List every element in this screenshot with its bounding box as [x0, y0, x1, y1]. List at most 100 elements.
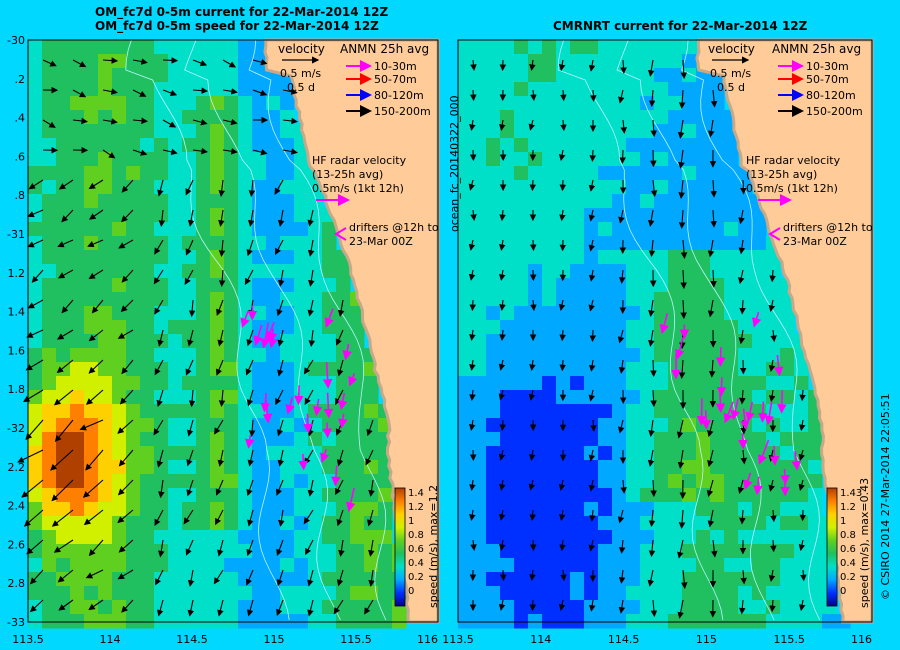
- speed-cell: [458, 390, 473, 405]
- speed-cell: [556, 516, 571, 531]
- speed-cell: [266, 516, 281, 531]
- speed-cell: [154, 166, 169, 181]
- speed-cell: [654, 446, 669, 461]
- speed-cell: [640, 488, 655, 503]
- speed-cell: [486, 460, 501, 475]
- speed-cell: [294, 600, 309, 615]
- speed-cell: [238, 250, 253, 265]
- speed-cell: [98, 502, 113, 517]
- speed-cell: [458, 614, 473, 629]
- speed-cell: [294, 614, 309, 629]
- speed-cell: [668, 110, 683, 125]
- speed-cell: [322, 250, 337, 265]
- speed-cell: [570, 418, 585, 433]
- speed-cell: [514, 390, 529, 405]
- speed-cell: [584, 502, 599, 517]
- speed-cell: [766, 432, 781, 447]
- speed-cell: [350, 544, 365, 559]
- speed-cell: [472, 376, 487, 391]
- speed-cell: [696, 124, 711, 139]
- speed-cell: [472, 334, 487, 349]
- speed-cell: [626, 236, 641, 251]
- speed-cell: [682, 530, 697, 545]
- speed-cell: [654, 502, 669, 517]
- speed-cell: [210, 334, 225, 349]
- speed-cell: [472, 124, 487, 139]
- speed-cell: [294, 446, 309, 461]
- speed-cell: [126, 376, 141, 391]
- speed-cell: [500, 404, 515, 419]
- speed-cell: [766, 390, 781, 405]
- lon-tick-label-right: 114: [530, 633, 551, 646]
- speed-cell: [154, 530, 169, 545]
- speed-cell: [266, 362, 281, 377]
- speed-cell: [70, 194, 85, 209]
- speed-cell: [56, 54, 71, 69]
- speed-cell: [84, 54, 99, 69]
- speed-cell: [598, 194, 613, 209]
- speed-cell: [696, 614, 711, 629]
- speed-cell: [528, 348, 543, 363]
- speed-cell: [182, 376, 197, 391]
- speed-cell: [182, 418, 197, 433]
- speed-cell: [556, 306, 571, 321]
- right-map-panel: [457, 38, 874, 629]
- speed-cell: [528, 264, 543, 279]
- speed-cell: [598, 138, 613, 153]
- lat-tick-label: -30: [7, 34, 25, 47]
- speed-cell: [140, 586, 155, 601]
- speed-cell: [224, 152, 239, 167]
- speed-cell: [584, 600, 599, 615]
- speed-cell: [224, 124, 239, 139]
- speed-cell: [28, 516, 43, 531]
- speed-cell: [780, 334, 795, 349]
- speed-cell: [528, 516, 543, 531]
- speed-cell: [238, 376, 253, 391]
- speed-cell: [472, 502, 487, 517]
- speed-cell: [598, 334, 613, 349]
- speed-cell: [472, 264, 487, 279]
- speed-cell: [654, 334, 669, 349]
- speed-cell: [612, 320, 627, 335]
- speed-cell: [70, 54, 85, 69]
- speed-cell: [84, 110, 99, 125]
- legend-r-depth-4: 150-200m: [806, 105, 863, 118]
- speed-cell: [626, 614, 641, 629]
- speed-cell: [752, 600, 767, 615]
- speed-cell: [112, 222, 127, 237]
- speed-cell: [598, 390, 613, 405]
- speed-cell: [98, 530, 113, 545]
- speed-cell: [696, 152, 711, 167]
- speed-cell: [196, 348, 211, 363]
- speed-cell: [140, 376, 155, 391]
- speed-cell: [654, 488, 669, 503]
- speed-cell: [514, 320, 529, 335]
- speed-cell: [140, 516, 155, 531]
- speed-cell: [196, 180, 211, 195]
- speed-cell: [612, 376, 627, 391]
- speed-cell: [154, 376, 169, 391]
- speed-cell: [182, 558, 197, 573]
- speed-cell: [322, 390, 337, 405]
- speed-cell: [626, 82, 641, 97]
- speed-cell: [696, 138, 711, 153]
- speed-cell: [168, 264, 183, 279]
- speed-cell: [308, 586, 323, 601]
- speed-cell: [584, 586, 599, 601]
- speed-cell: [584, 264, 599, 279]
- speed-cell: [252, 544, 267, 559]
- speed-cell: [42, 418, 57, 433]
- speed-cell: [98, 236, 113, 251]
- speed-cell: [168, 54, 183, 69]
- speed-cell: [168, 222, 183, 237]
- speed-cell: [182, 208, 197, 223]
- speed-cell: [710, 558, 725, 573]
- speed-cell: [696, 460, 711, 475]
- speed-cell: [682, 152, 697, 167]
- legend-r-hf-line1: HF radar velocity: [746, 154, 841, 167]
- speed-cell: [238, 166, 253, 181]
- speed-cell: [266, 110, 281, 125]
- speed-cell: [154, 40, 169, 55]
- speed-cell: [598, 572, 613, 587]
- speed-cell: [500, 194, 515, 209]
